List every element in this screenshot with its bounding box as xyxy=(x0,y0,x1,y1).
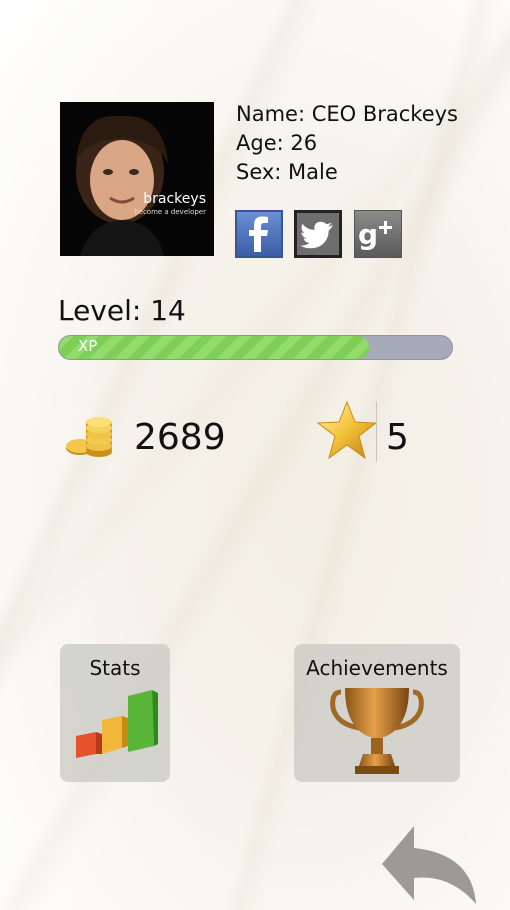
avatar-brand-tagline: become a developer xyxy=(134,208,206,216)
back-arrow-icon[interactable] xyxy=(380,826,478,906)
google-plus-icon: g xyxy=(358,218,392,251)
xp-bar xyxy=(58,335,453,360)
profile-name: Name: CEO Brackeys xyxy=(236,102,458,126)
facebook-icon xyxy=(249,216,268,252)
star-icon xyxy=(316,400,378,460)
profile-age: Age: 26 xyxy=(236,131,318,155)
profile-sex: Sex: Male xyxy=(236,160,338,184)
bar-chart-icon xyxy=(76,690,158,758)
trophy-icon xyxy=(330,688,424,774)
currency-divider xyxy=(376,402,377,462)
profile-info: Name: CEO Brackeys Age: 26 Sex: Male xyxy=(236,100,458,187)
stars-count: 5 xyxy=(386,417,409,458)
coins-icon xyxy=(66,417,112,457)
facebook-button[interactable] xyxy=(235,210,283,258)
stats-label: Stats xyxy=(89,656,141,680)
google-plus-button[interactable]: g xyxy=(354,210,402,258)
svg-text:g: g xyxy=(358,218,378,251)
stats-button[interactable]: Stats xyxy=(60,644,170,782)
avatar-brand: brackeys become a developer xyxy=(134,192,206,216)
twitter-button[interactable] xyxy=(294,210,342,258)
twitter-icon xyxy=(300,221,333,249)
achievements-label: Achievements xyxy=(306,656,448,680)
xp-bar-fill xyxy=(59,336,370,359)
avatar: brackeys become a developer xyxy=(60,102,214,256)
achievements-button[interactable]: Achievements xyxy=(294,644,460,782)
xp-label: XP xyxy=(78,337,98,355)
coins-count: 2689 xyxy=(134,417,226,458)
level-label: Level: 14 xyxy=(58,294,186,327)
avatar-portrait xyxy=(76,115,168,256)
avatar-brand-name: brackeys xyxy=(143,191,206,207)
